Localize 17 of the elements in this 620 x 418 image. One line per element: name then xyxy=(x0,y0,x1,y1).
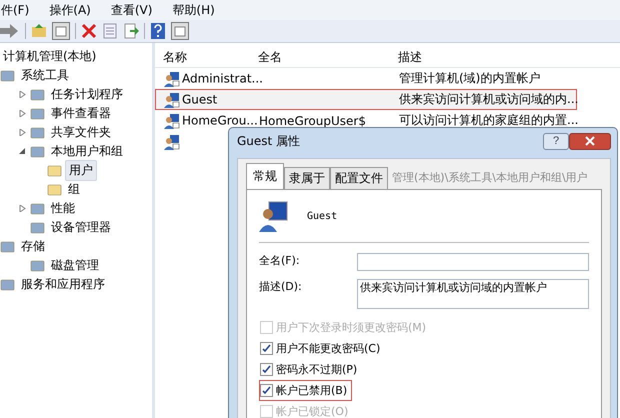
table-cell: Administrat... xyxy=(182,70,263,85)
table-cell: Guest xyxy=(182,92,218,106)
table-cell: 管理计算机(域)的内置帐户 xyxy=(399,71,540,85)
checkbox-label: 用户下次登录时须更改密码(M) xyxy=(276,320,426,335)
table-cell: 可以访问计算机的家庭组的内置... xyxy=(399,113,578,127)
checkbox-label: 密码永不过期(P) xyxy=(276,362,358,377)
tooltip-text: 管理(本地)\系统工具\本地用户和组\用户 xyxy=(391,170,588,184)
table-cell: HomeGroupUser$ xyxy=(259,114,366,128)
checkbox-label: 用户不能更改密码(C) xyxy=(276,341,380,356)
field-label: 全名(F): xyxy=(259,253,301,268)
table-cell: 供来宾访问计算机或访问域的内... xyxy=(399,92,578,106)
checkbox-label: 帐户已禁用(B) xyxy=(276,383,348,398)
table-cell: HomeGrou... xyxy=(182,112,258,127)
user-name: Guest xyxy=(307,210,338,222)
field-label: 描述(D): xyxy=(259,279,303,294)
dialog-title: Guest 属性 xyxy=(237,132,302,150)
checkbox-label: 帐户已锁定(O) xyxy=(276,404,348,418)
